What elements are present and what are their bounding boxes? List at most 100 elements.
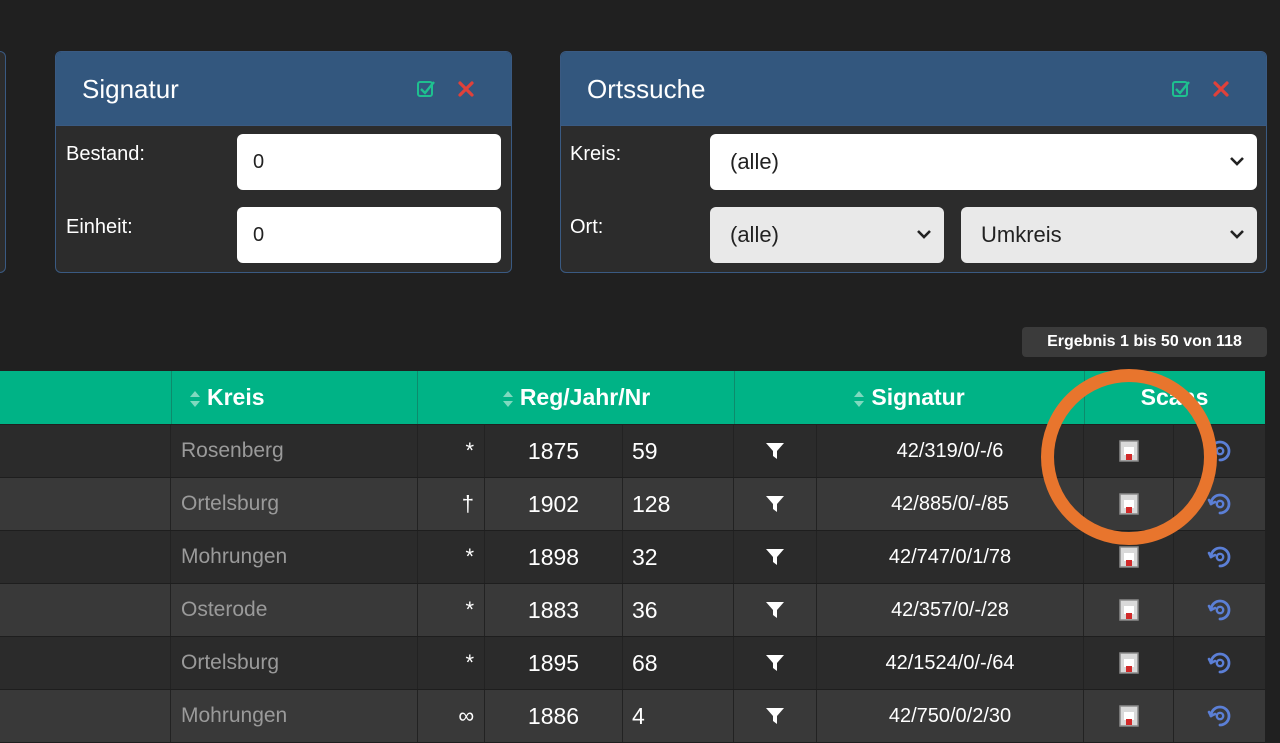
open-link-button[interactable] — [1174, 690, 1265, 742]
umkreis-select[interactable]: Umkreis — [961, 207, 1257, 263]
kreis-cell: Mohrungen — [171, 690, 418, 742]
kreis-cell: Ortelsburg — [171, 478, 418, 530]
funnel-icon — [766, 654, 784, 671]
table-row[interactable]: Mohrungen * 1898 32 42/747/0/1/78 — [0, 531, 1265, 584]
funnel-icon — [766, 548, 784, 565]
header-signatur-label: Signatur — [871, 384, 965, 410]
nr-cell: 128 — [623, 478, 734, 530]
signatur-cell: 42/885/0/-/85 — [817, 478, 1084, 530]
ortssuche-panel: Ortssuche Kreis: (alle) Ort: (alle) Umkr… — [560, 51, 1267, 273]
chevron-down-icon — [1230, 230, 1244, 239]
table-header: Kreis Reg/Jahr/Nr Signatur Scans — [0, 371, 1265, 424]
close-x-icon[interactable] — [456, 79, 476, 99]
link-out-icon — [1207, 705, 1230, 727]
event-symbol: ∞ — [418, 690, 485, 742]
open-link-button[interactable] — [1174, 637, 1265, 689]
nr-cell: 32 — [623, 531, 734, 583]
header-signatur[interactable]: Signatur — [734, 371, 1085, 424]
table-row[interactable]: Mohrungen ∞ 1886 4 42/750/0/2/30 — [0, 690, 1265, 743]
header-reg[interactable]: Reg/Jahr/Nr — [418, 371, 735, 424]
kreis-select[interactable]: (alle) — [710, 134, 1257, 190]
kreis-cell: Ortelsburg — [171, 637, 418, 689]
cell-hidden — [0, 478, 171, 530]
signatur-cell: 42/319/0/-/6 — [817, 425, 1084, 477]
kreis-label: Kreis: — [570, 143, 622, 165]
funnel-icon — [766, 601, 784, 618]
open-link-button[interactable] — [1174, 584, 1265, 636]
document-scan-icon — [1118, 440, 1139, 462]
open-link-button[interactable] — [1174, 478, 1265, 530]
scan-button[interactable] — [1084, 531, 1174, 583]
scan-button[interactable] — [1084, 584, 1174, 636]
header-column-hidden — [0, 371, 172, 424]
panel-left-partial — [0, 51, 6, 273]
filter-button[interactable] — [734, 478, 817, 530]
open-link-button[interactable] — [1174, 425, 1265, 477]
sort-icon — [854, 390, 865, 407]
scan-button[interactable] — [1084, 478, 1174, 530]
table-row[interactable]: Rosenberg * 1875 59 42/319/0/-/6 — [0, 425, 1265, 478]
year-cell: 1902 — [485, 478, 623, 530]
link-out-icon — [1207, 652, 1230, 674]
cell-hidden — [0, 637, 171, 689]
signatur-panel-header: Signatur — [56, 52, 511, 126]
document-scan-icon — [1118, 493, 1139, 515]
ortssuche-panel-title: Ortssuche — [587, 74, 706, 104]
ort-select-value: (alle) — [730, 222, 779, 247]
funnel-icon — [766, 495, 784, 512]
bestand-label: Bestand: — [66, 143, 145, 165]
signatur-cell: 42/747/0/1/78 — [817, 531, 1084, 583]
document-scan-icon — [1118, 546, 1139, 568]
signatur-cell: 42/357/0/-/28 — [817, 584, 1084, 636]
link-out-icon — [1207, 599, 1230, 621]
event-symbol: * — [418, 637, 485, 689]
filter-button[interactable] — [734, 637, 817, 689]
chevron-down-icon — [1230, 157, 1244, 166]
event-symbol: * — [418, 531, 485, 583]
ortssuche-panel-header: Ortssuche — [561, 52, 1266, 126]
cell-hidden — [0, 584, 171, 636]
nr-cell: 36 — [623, 584, 734, 636]
header-scans: Scans — [1084, 371, 1265, 424]
check-square-icon[interactable] — [416, 79, 436, 99]
link-out-icon — [1207, 546, 1230, 568]
scan-button[interactable] — [1084, 425, 1174, 477]
filter-button[interactable] — [734, 531, 817, 583]
header-kreis[interactable]: Kreis — [171, 371, 418, 424]
check-square-icon[interactable] — [1171, 79, 1191, 99]
bestand-input[interactable]: 0 — [237, 134, 501, 190]
filter-button[interactable] — [734, 584, 817, 636]
ort-label: Ort: — [570, 216, 604, 238]
year-cell: 1895 — [485, 637, 623, 689]
cell-hidden — [0, 425, 171, 477]
event-symbol: † — [418, 478, 485, 530]
nr-cell: 68 — [623, 637, 734, 689]
signatur-panel: Signatur Bestand: 0 Einheit: 0 — [55, 51, 512, 273]
year-cell: 1883 — [485, 584, 623, 636]
event-symbol: * — [418, 425, 485, 477]
einheit-input[interactable]: 0 — [237, 207, 501, 263]
kreis-cell: Rosenberg — [171, 425, 418, 477]
table-row[interactable]: Ortelsburg † 1902 128 42/885/0/-/85 — [0, 478, 1265, 531]
document-scan-icon — [1118, 599, 1139, 621]
funnel-icon — [766, 442, 784, 459]
filter-button[interactable] — [734, 425, 817, 477]
kreis-cell: Mohrungen — [171, 531, 418, 583]
scan-button[interactable] — [1084, 637, 1174, 689]
close-x-icon[interactable] — [1211, 79, 1231, 99]
header-kreis-label: Kreis — [207, 384, 265, 410]
chevron-down-icon — [917, 230, 931, 239]
document-scan-icon — [1118, 705, 1139, 727]
signatur-cell: 42/1524/0/-/64 — [817, 637, 1084, 689]
open-link-button[interactable] — [1174, 531, 1265, 583]
signatur-panel-title: Signatur — [82, 74, 179, 104]
ort-select[interactable]: (alle) — [710, 207, 944, 263]
scan-button[interactable] — [1084, 690, 1174, 742]
table-row[interactable]: Ortelsburg * 1895 68 42/1524/0/-/64 — [0, 637, 1265, 690]
header-scans-label: Scans — [1140, 384, 1209, 410]
einheit-label: Einheit: — [66, 216, 133, 238]
sort-icon — [190, 390, 200, 407]
filter-button[interactable] — [734, 690, 817, 742]
nr-cell: 4 — [623, 690, 734, 742]
table-row[interactable]: Osterode * 1883 36 42/357/0/-/28 — [0, 584, 1265, 637]
